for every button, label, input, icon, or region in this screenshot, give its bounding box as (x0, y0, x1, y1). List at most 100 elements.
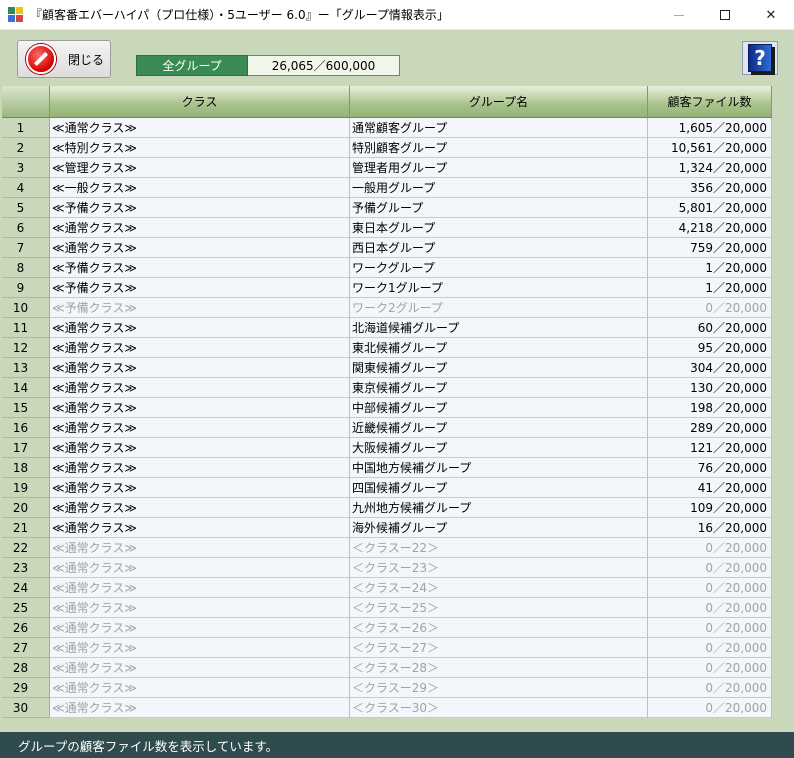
file-count-cell[interactable]: 759／20,000 (648, 238, 772, 258)
table-row[interactable]: 26 ≪通常クラス≫ ＜クラスー26＞ 0／20,000 (2, 618, 772, 638)
class-cell[interactable]: ≪予備クラス≫ (50, 298, 350, 318)
group-name-cell[interactable]: 中国地方候補グループ (350, 458, 648, 478)
row-number[interactable]: 15 (2, 398, 50, 418)
table-row[interactable]: 6 ≪通常クラス≫ 東日本グループ 4,218／20,000 (2, 218, 772, 238)
class-cell[interactable]: ≪予備クラス≫ (50, 258, 350, 278)
table-row[interactable]: 19 ≪通常クラス≫ 四国候補グループ 41／20,000 (2, 478, 772, 498)
table-row[interactable]: 27 ≪通常クラス≫ ＜クラスー27＞ 0／20,000 (2, 638, 772, 658)
class-cell[interactable]: ≪通常クラス≫ (50, 538, 350, 558)
table-row[interactable]: 18 ≪通常クラス≫ 中国地方候補グループ 76／20,000 (2, 458, 772, 478)
class-cell[interactable]: ≪通常クラス≫ (50, 238, 350, 258)
group-name-cell[interactable]: 東京候補グループ (350, 378, 648, 398)
table-row[interactable]: 10 ≪予備クラス≫ ワーク2グループ 0／20,000 (2, 298, 772, 318)
group-name-cell[interactable]: 関東候補グループ (350, 358, 648, 378)
group-name-cell[interactable]: 管理者用グループ (350, 158, 648, 178)
group-name-cell[interactable]: 西日本グループ (350, 238, 648, 258)
file-count-cell[interactable]: 10,561／20,000 (648, 138, 772, 158)
file-count-cell[interactable]: 289／20,000 (648, 418, 772, 438)
class-cell[interactable]: ≪通常クラス≫ (50, 318, 350, 338)
window-close-button[interactable]: ✕ (748, 0, 794, 30)
row-number[interactable]: 10 (2, 298, 50, 318)
row-number[interactable]: 7 (2, 238, 50, 258)
class-cell[interactable]: ≪通常クラス≫ (50, 338, 350, 358)
group-name-cell[interactable]: 特別顧客グループ (350, 138, 648, 158)
file-count-cell[interactable]: 60／20,000 (648, 318, 772, 338)
file-count-cell[interactable]: 0／20,000 (648, 578, 772, 598)
table-row[interactable]: 8 ≪予備クラス≫ ワークグループ 1／20,000 (2, 258, 772, 278)
class-cell[interactable]: ≪通常クラス≫ (50, 658, 350, 678)
file-count-cell[interactable]: 1,324／20,000 (648, 158, 772, 178)
file-count-cell[interactable]: 76／20,000 (648, 458, 772, 478)
group-name-cell[interactable]: ＜クラスー26＞ (350, 618, 648, 638)
class-cell[interactable]: ≪通常クラス≫ (50, 618, 350, 638)
row-number[interactable]: 17 (2, 438, 50, 458)
group-name-cell[interactable]: 通常顧客グループ (350, 118, 648, 138)
header-file-count[interactable]: 顧客ファイル数 (648, 86, 772, 118)
class-cell[interactable]: ≪通常クラス≫ (50, 458, 350, 478)
file-count-cell[interactable]: 356／20,000 (648, 178, 772, 198)
group-name-cell[interactable]: ＜クラスー23＞ (350, 558, 648, 578)
table-row[interactable]: 12 ≪通常クラス≫ 東北候補グループ 95／20,000 (2, 338, 772, 358)
class-cell[interactable]: ≪特別クラス≫ (50, 138, 350, 158)
file-count-cell[interactable]: 0／20,000 (648, 598, 772, 618)
file-count-cell[interactable]: 16／20,000 (648, 518, 772, 538)
class-cell[interactable]: ≪通常クラス≫ (50, 518, 350, 538)
class-cell[interactable]: ≪通常クラス≫ (50, 418, 350, 438)
class-cell[interactable]: ≪通常クラス≫ (50, 698, 350, 718)
table-row[interactable]: 29 ≪通常クラス≫ ＜クラスー29＞ 0／20,000 (2, 678, 772, 698)
group-name-cell[interactable]: 近畿候補グループ (350, 418, 648, 438)
class-cell[interactable]: ≪通常クラス≫ (50, 678, 350, 698)
row-number[interactable]: 16 (2, 418, 50, 438)
table-row[interactable]: 4 ≪一般クラス≫ 一般用グループ 356／20,000 (2, 178, 772, 198)
file-count-cell[interactable]: 0／20,000 (648, 678, 772, 698)
table-row[interactable]: 17 ≪通常クラス≫ 大阪候補グループ 121／20,000 (2, 438, 772, 458)
row-number[interactable]: 23 (2, 558, 50, 578)
class-cell[interactable]: ≪通常クラス≫ (50, 398, 350, 418)
row-number[interactable]: 25 (2, 598, 50, 618)
group-name-cell[interactable]: 北海道候補グループ (350, 318, 648, 338)
group-name-cell[interactable]: ワーク2グループ (350, 298, 648, 318)
group-name-cell[interactable]: ワーク1グループ (350, 278, 648, 298)
file-count-cell[interactable]: 0／20,000 (648, 538, 772, 558)
row-number[interactable]: 21 (2, 518, 50, 538)
file-count-cell[interactable]: 95／20,000 (648, 338, 772, 358)
help-button[interactable]: ? (742, 41, 778, 75)
class-cell[interactable]: ≪通常クラス≫ (50, 478, 350, 498)
table-row[interactable]: 21 ≪通常クラス≫ 海外候補グループ 16／20,000 (2, 518, 772, 538)
row-number[interactable]: 11 (2, 318, 50, 338)
table-row[interactable]: 1 ≪通常クラス≫ 通常顧客グループ 1,605／20,000 (2, 118, 772, 138)
file-count-cell[interactable]: 1,605／20,000 (648, 118, 772, 138)
class-cell[interactable]: ≪通常クラス≫ (50, 578, 350, 598)
file-count-cell[interactable]: 4,218／20,000 (648, 218, 772, 238)
file-count-cell[interactable]: 121／20,000 (648, 438, 772, 458)
row-number[interactable]: 14 (2, 378, 50, 398)
group-name-cell[interactable]: 大阪候補グループ (350, 438, 648, 458)
class-cell[interactable]: ≪予備クラス≫ (50, 198, 350, 218)
file-count-cell[interactable]: 130／20,000 (648, 378, 772, 398)
group-name-cell[interactable]: 九州地方候補グループ (350, 498, 648, 518)
file-count-cell[interactable]: 109／20,000 (648, 498, 772, 518)
class-cell[interactable]: ≪管理クラス≫ (50, 158, 350, 178)
table-row[interactable]: 3 ≪管理クラス≫ 管理者用グループ 1,324／20,000 (2, 158, 772, 178)
group-name-cell[interactable]: 東日本グループ (350, 218, 648, 238)
group-name-cell[interactable]: ＜クラスー25＞ (350, 598, 648, 618)
group-name-cell[interactable]: ＜クラスー29＞ (350, 678, 648, 698)
close-dialog-button[interactable]: 閉じる (17, 40, 111, 78)
file-count-cell[interactable]: 198／20,000 (648, 398, 772, 418)
class-cell[interactable]: ≪一般クラス≫ (50, 178, 350, 198)
row-number[interactable]: 24 (2, 578, 50, 598)
table-row[interactable]: 7 ≪通常クラス≫ 西日本グループ 759／20,000 (2, 238, 772, 258)
group-name-cell[interactable]: 予備グループ (350, 198, 648, 218)
table-row[interactable]: 22 ≪通常クラス≫ ＜クラスー22＞ 0／20,000 (2, 538, 772, 558)
table-row[interactable]: 16 ≪通常クラス≫ 近畿候補グループ 289／20,000 (2, 418, 772, 438)
class-cell[interactable]: ≪通常クラス≫ (50, 498, 350, 518)
table-row[interactable]: 15 ≪通常クラス≫ 中部候補グループ 198／20,000 (2, 398, 772, 418)
group-name-cell[interactable]: 海外候補グループ (350, 518, 648, 538)
class-cell[interactable]: ≪通常クラス≫ (50, 358, 350, 378)
file-count-cell[interactable]: 0／20,000 (648, 658, 772, 678)
group-name-cell[interactable]: ＜クラスー24＞ (350, 578, 648, 598)
table-row[interactable]: 30 ≪通常クラス≫ ＜クラスー30＞ 0／20,000 (2, 698, 772, 718)
file-count-cell[interactable]: 5,801／20,000 (648, 198, 772, 218)
file-count-cell[interactable]: 41／20,000 (648, 478, 772, 498)
group-name-cell[interactable]: 中部候補グループ (350, 398, 648, 418)
